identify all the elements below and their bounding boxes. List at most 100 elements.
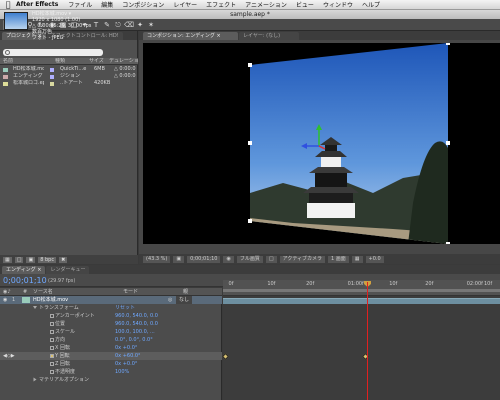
table-row[interactable]: ◀◇▶ Y 回転 0x +60.0° (0, 352, 222, 360)
file-codec: フォト - JPEG (32, 35, 64, 41)
project-search-input[interactable] (3, 48, 103, 56)
table-row[interactable]: Z 回転 0x +0.0° (0, 360, 222, 368)
table-row[interactable]: ◉ 1 HD松本城.mov ◎ なし (0, 296, 222, 304)
col-source-name[interactable]: ソース名 (30, 288, 120, 295)
menu-file[interactable]: ファイル (68, 0, 92, 9)
type-tool-icon[interactable]: T (91, 20, 101, 30)
ruler-tick-label: 10f (389, 281, 398, 287)
views-select[interactable]: 1 画面 (328, 255, 349, 263)
col-label[interactable] (44, 58, 52, 64)
item-type: QuickTi...e (60, 66, 87, 72)
menu-edit[interactable]: 編集 (101, 0, 113, 9)
apple-icon[interactable]:  (0, 0, 16, 9)
table-row[interactable]: スケール 100.0, 100.0, ... (0, 328, 222, 336)
keyframe-nav-icon[interactable]: ◀◇▶ (3, 352, 15, 360)
eye-icon[interactable]: ◉ (3, 296, 7, 304)
stopwatch-icon[interactable] (50, 321, 54, 326)
label-swatch[interactable] (50, 81, 54, 86)
col-mode[interactable]: モード (120, 288, 180, 295)
safe-zones-icon[interactable]: ▣ (173, 255, 185, 263)
prop-value[interactable]: 0x +60.0° (115, 352, 141, 360)
clone-tool-icon[interactable]: ⎋ (113, 20, 123, 30)
stopwatch-icon[interactable] (50, 361, 54, 366)
current-time[interactable]: 0;00;01;10 (187, 255, 221, 263)
menu-effect[interactable]: エフェクト (206, 0, 236, 9)
camera-select[interactable]: アクティブカメラ (279, 255, 326, 263)
timeline-timecode[interactable]: 0;00;01;10 (3, 276, 47, 285)
prop-label: Z 回転 (55, 361, 71, 367)
label-swatch[interactable] (50, 67, 54, 72)
new-folder-button[interactable]: □ (14, 256, 24, 263)
roi-icon[interactable]: □ (265, 255, 277, 263)
prop-reset[interactable]: リセット (115, 304, 135, 312)
list-item[interactable]: エンディング ジション △ 0:00:0 (0, 73, 138, 80)
tab-ending[interactable]: エンディング × (2, 266, 46, 274)
table-row[interactable]: 不透明度 100% (0, 368, 222, 376)
stopwatch-icon[interactable] (50, 329, 54, 334)
prop-value[interactable]: 100.0, 100.0, ... (115, 328, 155, 336)
twirl-open-icon[interactable] (33, 306, 37, 309)
resolution-select[interactable]: フル画質 (236, 255, 263, 263)
label-swatch[interactable] (50, 74, 54, 79)
menu-window[interactable]: ウィンドウ (323, 0, 353, 9)
app-name[interactable]: After Effects (16, 1, 58, 8)
composition-viewer[interactable] (143, 41, 500, 246)
layer-duration-bar[interactable] (223, 298, 500, 304)
tab-layer[interactable]: レイヤー: (なし) (239, 32, 299, 40)
parent-pick-icon[interactable]: ◎ (168, 296, 172, 304)
table-row[interactable]: 位置 960.0, 540.0, 0.0 (0, 320, 222, 328)
table-row[interactable]: トランスフォーム リセット (0, 304, 222, 312)
brush-tool-icon[interactable]: ✎ (102, 20, 112, 30)
work-area-bar[interactable] (223, 289, 500, 292)
ruler-tick-label: 10f (484, 281, 493, 287)
col-size[interactable]: サイズ (86, 58, 106, 64)
prop-label: マテリアルオプション (39, 377, 89, 383)
table-row[interactable]: X 回転 0x +0.0° (0, 344, 222, 352)
interpret-footage-button[interactable]: ▦ (3, 256, 12, 263)
menu-animation[interactable]: アニメーション (245, 0, 287, 9)
menu-layer[interactable]: レイヤー (173, 0, 197, 9)
tab-composition[interactable]: コンポジション: エンディング × (143, 32, 238, 40)
exposure-value[interactable]: +0.0 (365, 255, 384, 263)
prop-value[interactable]: 960.0, 540.0, 0.0 (115, 312, 158, 320)
list-item[interactable]: 松本城ロゴ.eps ..トアート 420KB (0, 80, 138, 87)
prop-value[interactable]: 0.0°, 0.0°, 0.0° (115, 336, 153, 344)
col-name[interactable]: 名前 (0, 58, 44, 64)
time-ruler[interactable]: 0f 10f 20f 01:00f 10f 20f 02:00f 10f (223, 280, 500, 296)
twirl-closed-icon[interactable] (33, 377, 37, 382)
puppet-tool-icon[interactable]: ✶ (146, 20, 156, 30)
prop-value[interactable]: 960.0, 540.0, 0.0 (115, 320, 158, 328)
stopwatch-icon[interactable] (50, 337, 54, 342)
list-item[interactable]: HD松本城.mov QuickTi...e 6MB △ 0:00:0 (0, 66, 138, 73)
file-info: HD松本城.mov ▾ 1920 x 1080 (1.00) △ 0:00:05… (32, 11, 91, 41)
new-comp-button[interactable]: ▣ (26, 256, 36, 263)
table-row[interactable]: アンカーポイント 960.0, 540.0, 0.0 (0, 312, 222, 320)
layer-name[interactable]: HD松本城.mov (33, 296, 68, 304)
trash-icon[interactable]: ✖ (59, 256, 68, 263)
menu-help[interactable]: ヘルプ (362, 0, 380, 9)
col-number[interactable]: # (20, 288, 30, 295)
stopwatch-icon[interactable] (50, 369, 54, 374)
toggle-pixel-icon[interactable]: ▦ (351, 255, 363, 263)
menu-composition[interactable]: コンポジション (122, 0, 164, 9)
eraser-tool-icon[interactable]: ⌫ (124, 20, 134, 30)
parent-select[interactable]: なし (176, 296, 193, 304)
prop-value[interactable]: 100% (115, 368, 129, 376)
prop-label: スケール (55, 329, 76, 335)
col-type[interactable]: 種類 (52, 58, 86, 64)
stopwatch-active-icon[interactable] (50, 353, 54, 358)
tab-render-queue[interactable]: レンダーキュー (46, 266, 90, 274)
table-row[interactable]: マテリアルオプション (0, 376, 222, 384)
col-duration[interactable]: デュレーション (106, 58, 138, 64)
table-row[interactable]: 方向 0.0°, 0.0°, 0.0° (0, 336, 222, 344)
menu-view[interactable]: ビュー (296, 0, 314, 9)
stopwatch-icon[interactable] (50, 313, 54, 318)
col-parent[interactable]: 親 (180, 288, 210, 295)
bpc-button[interactable]: 8 bpc (38, 256, 57, 263)
snapshot-icon[interactable]: ◉ (223, 255, 234, 263)
stopwatch-icon[interactable] (50, 345, 54, 350)
roto-tool-icon[interactable]: ✦ (135, 20, 145, 30)
prop-value[interactable]: 0x +0.0° (115, 344, 137, 352)
prop-value[interactable]: 0x +0.0° (115, 360, 137, 368)
zoom-select[interactable]: (43.3 %) (143, 255, 171, 263)
